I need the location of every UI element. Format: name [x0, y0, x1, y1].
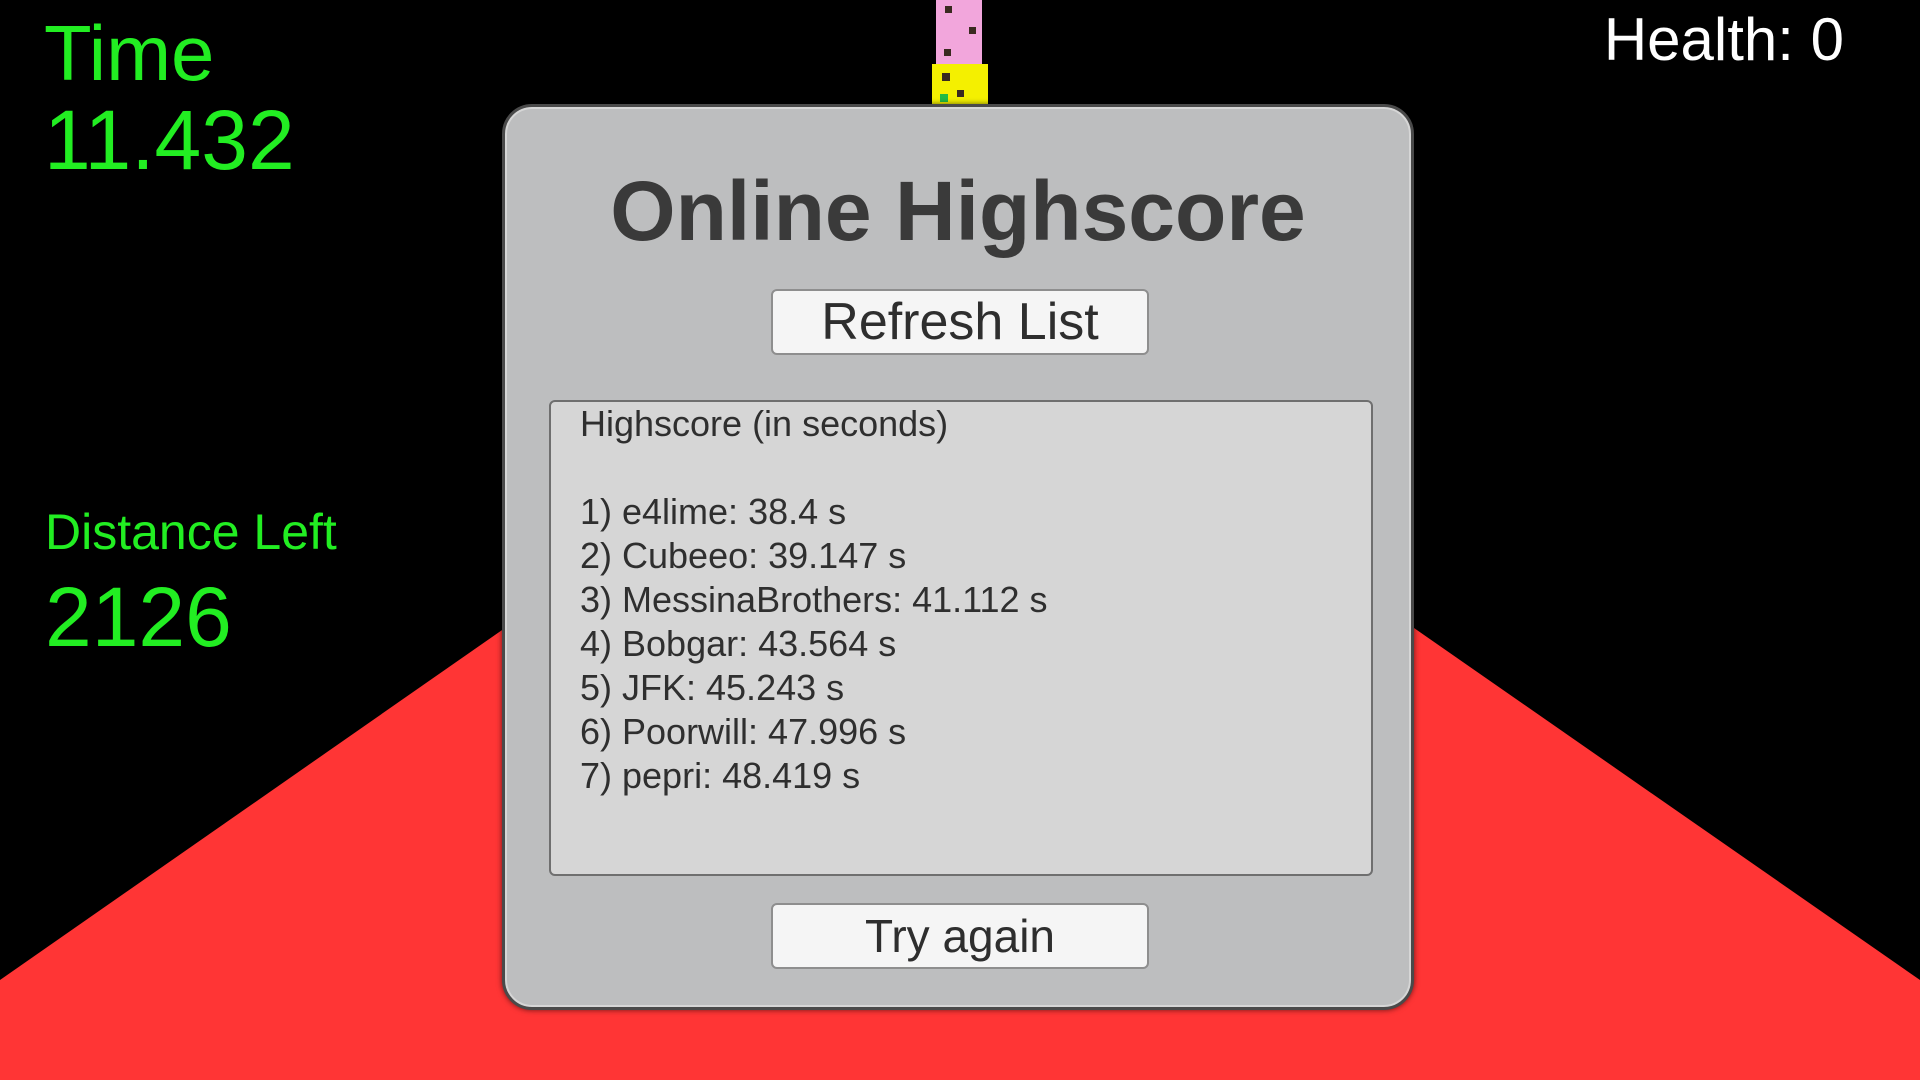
- distance-left-label: Distance Left: [45, 504, 337, 560]
- highscore-entry: 2) Cubeeo: 39.147 s: [580, 535, 907, 576]
- player-pillar: [932, 0, 988, 104]
- highscore-list-box[interactable]: Highscore (in seconds) 1) e4lime: 38.4 s…: [549, 400, 1373, 876]
- panel-title: Online Highscore: [610, 164, 1306, 258]
- highscore-entry: 1) e4lime: 38.4 s: [580, 491, 847, 532]
- highscore-panel: Online Highscore Refresh List Highscore …: [502, 104, 1414, 1010]
- health-counter: Health: 0: [1603, 6, 1844, 73]
- highscore-entry: 3) MessinaBrothers: 41.112 s: [580, 579, 1048, 620]
- try-again-button[interactable]: Try again: [771, 903, 1149, 969]
- highscore-entry: 4) Bobgar: 43.564 s: [580, 623, 897, 664]
- refresh-list-button[interactable]: Refresh List: [771, 289, 1149, 355]
- time-label: Time: [44, 9, 215, 97]
- highscore-heading: Highscore (in seconds): [580, 403, 949, 444]
- time-value: 11.432: [44, 93, 295, 187]
- highscore-entry: 6) Poorwill: 47.996 s: [580, 711, 907, 752]
- highscore-entry: 7) pepri: 48.419 s: [580, 755, 861, 796]
- distance-left-value: 2126: [45, 570, 232, 664]
- highscore-entry: 5) JFK: 45.243 s: [580, 667, 845, 708]
- highscore-list: 1) e4lime: 38.4 s 2) Cubeeo: 39.147 s 3)…: [580, 490, 1371, 798]
